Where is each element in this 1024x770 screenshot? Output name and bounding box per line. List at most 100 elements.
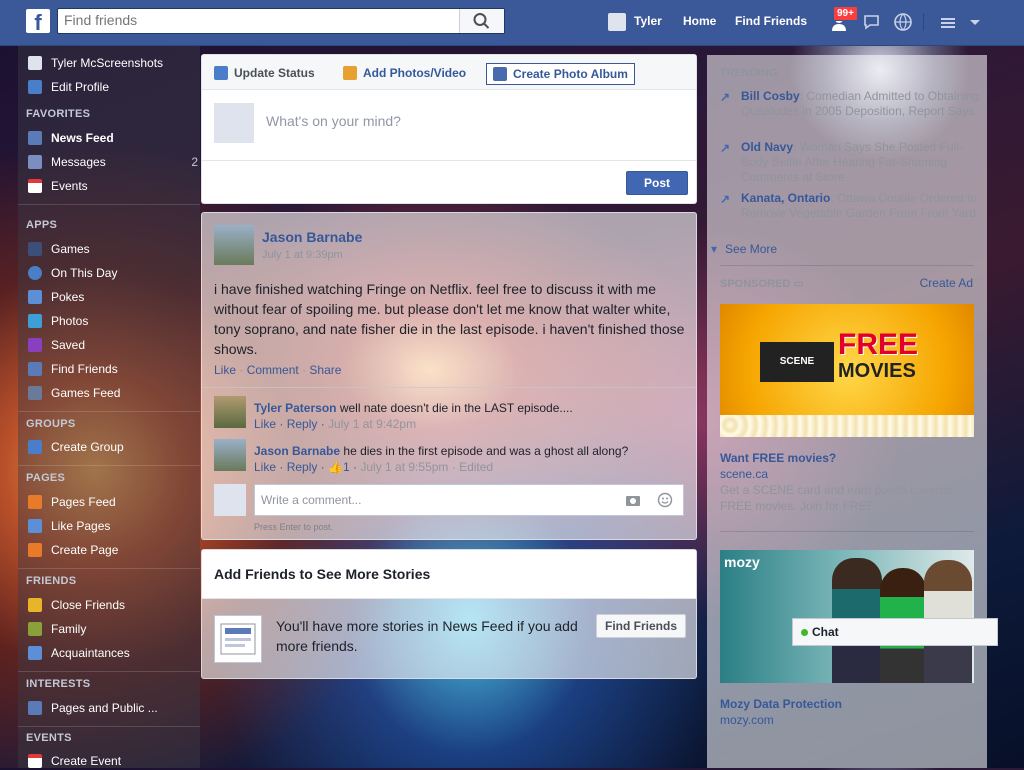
trending-item[interactable]: ↗ Kanata, Ontario: Ottawa Couple Ordered … [720, 191, 980, 221]
post-button[interactable]: Post [626, 171, 688, 195]
facebook-logo[interactable]: f [26, 9, 50, 35]
messages-icon [28, 155, 42, 169]
sidebar-item-on-this-day[interactable]: On This Day [28, 264, 117, 282]
comments-section: Tyler Paterson well nate doesn't die in … [202, 387, 696, 540]
nav-divider [923, 13, 924, 31]
friends-heading: FRIENDS [26, 575, 77, 587]
divider [720, 531, 974, 532]
messages-icon[interactable] [862, 12, 884, 32]
sidebar-item-close-friends[interactable]: Close Friends [28, 596, 125, 614]
sidebar-item-news-feed[interactable]: News Feed [28, 129, 114, 147]
create-ad-link[interactable]: Create Ad [920, 276, 973, 290]
sidebar-item-edit-profile[interactable]: Edit Profile [28, 78, 109, 96]
sidebar-item-create-page[interactable]: Create Page [28, 541, 118, 559]
post-timestamp[interactable]: July 1 at 9:39pm [262, 249, 343, 261]
sidebar-item-photos[interactable]: Photos [28, 312, 88, 330]
tab-update-status[interactable]: Update Status [214, 63, 315, 83]
account-menu-chevron-down-icon[interactable] [968, 12, 990, 32]
comment-placeholder: Write a comment... [261, 493, 362, 507]
chevron-down-icon: ▾ [711, 242, 718, 256]
sidebar-item-find-friends[interactable]: Find Friends [28, 360, 118, 378]
sidebar-item-pages-feed[interactable]: Pages Feed [28, 493, 116, 511]
sidebar-item-messages[interactable]: Messages 2 [28, 153, 198, 171]
composer-footer: Post [202, 160, 696, 203]
comment-timestamp[interactable]: July 1 at 9:55pm · Edited [360, 460, 493, 474]
comment-like-link[interactable]: Like [254, 460, 276, 474]
interests-heading: INTERESTS [26, 678, 91, 690]
search-button[interactable] [459, 9, 504, 33]
author-avatar[interactable] [214, 225, 254, 265]
ad-url[interactable]: scene.ca [720, 467, 768, 481]
sidebar-item-profile[interactable]: Tyler McScreenshots [28, 54, 163, 72]
sidebar-item-pokes[interactable]: Pokes [28, 288, 84, 306]
sponsored-heading: SPONSORED ▭ [720, 278, 804, 290]
ad-description[interactable]: Get a SCENE card and earn points towards… [720, 482, 970, 514]
search-input[interactable] [58, 9, 465, 31]
ad-title[interactable]: Mozy Data Protection [720, 697, 842, 711]
comment-reply-link[interactable]: Reply [287, 460, 318, 474]
search-box[interactable] [57, 8, 505, 34]
ad-image-mozy[interactable]: mozy [720, 550, 974, 683]
share-link[interactable]: Share [309, 363, 341, 377]
tab-create-photo-album[interactable]: Create Photo Album [486, 63, 635, 85]
see-more-link[interactable]: ▾ See More [711, 242, 777, 256]
ad-image-scene[interactable]: SCENE FREE MOVIES [720, 304, 974, 437]
comment-timestamp[interactable]: July 1 at 9:42pm [328, 417, 416, 431]
sidebar-item-create-group[interactable]: Create Group [28, 438, 124, 456]
avatar[interactable] [214, 396, 246, 428]
sidebar-item-games[interactable]: Games [28, 240, 90, 258]
like-link[interactable]: Like [214, 363, 236, 377]
ad-url[interactable]: mozy.com [720, 713, 774, 727]
trending-arrow-icon: ↗ [720, 141, 731, 155]
sidebar-item-acquaintances[interactable]: Acquaintances [28, 644, 130, 662]
sidebar-item-like-pages[interactable]: Like Pages [28, 517, 110, 535]
comment-author[interactable]: Jason Barnabe [254, 444, 340, 458]
comment-like-count[interactable]: 1 [343, 460, 350, 474]
left-sidebar: Tyler McScreenshots Edit Profile FAVORIT… [18, 46, 200, 768]
comment-input[interactable]: Write a comment... [254, 484, 684, 516]
privacy-shortcuts-icon[interactable] [938, 12, 960, 32]
separator [18, 671, 200, 672]
ad-headline-free: FREE [838, 328, 919, 361]
trending-item[interactable]: ↗ Bill Cosby: Comedian Admitted to Obtain… [720, 89, 980, 119]
groups-heading: GROUPS [26, 418, 76, 430]
status-input[interactable]: What's on your mind? [266, 113, 401, 129]
pages-heading: PAGES [26, 472, 66, 484]
comment-link[interactable]: Comment [247, 363, 299, 377]
calendar-icon [28, 179, 42, 193]
comment-like-link[interactable]: Like [254, 417, 276, 431]
sidebar-item-games-feed[interactable]: Games Feed [28, 384, 120, 402]
comment-author[interactable]: Tyler Paterson [254, 401, 336, 415]
sidebar-item-events[interactable]: Events [28, 177, 88, 195]
calendar-icon [28, 754, 42, 768]
comment-text: he dies in the first episode and was a g… [343, 444, 629, 458]
favorites-heading: FAVORITES [26, 108, 91, 120]
find-friends-button[interactable]: Find Friends [596, 614, 686, 638]
composer-tabs: Update Status Add Photos/Video Create Ph… [202, 55, 696, 90]
chat-tab[interactable]: Chat [792, 618, 998, 646]
sidebar-item-pages-and-public[interactable]: Pages and Public ... [28, 699, 158, 717]
tab-add-photos[interactable]: Add Photos/Video [343, 63, 466, 83]
news-feed-icon [214, 615, 262, 663]
house-icon [28, 622, 42, 636]
notification-badge: 99+ [833, 6, 858, 21]
globe-icon[interactable] [893, 12, 915, 32]
trending-item[interactable]: ↗ Old Navy: Woman Says She Posted Full-Bo… [720, 140, 980, 185]
emoji-icon[interactable] [657, 492, 673, 508]
sidebar-item-family[interactable]: Family [28, 620, 86, 638]
avatar[interactable] [214, 439, 246, 471]
camera-icon[interactable] [625, 493, 641, 507]
separator-dot: · [239, 363, 244, 377]
home-link[interactable]: Home [683, 0, 716, 45]
ad-description[interactable]: Questions about Mozy? Contact a Mozy Acc… [720, 728, 970, 760]
pencil-icon [214, 66, 228, 80]
add-friends-card: Add Friends to See More Stories You'll h… [201, 549, 697, 679]
separator [18, 411, 200, 412]
sidebar-item-create-event[interactable]: Create Event [28, 752, 121, 770]
author-name[interactable]: Jason Barnabe [262, 229, 362, 245]
profile-link[interactable]: Tyler [608, 0, 662, 45]
sidebar-item-saved[interactable]: Saved [28, 336, 85, 354]
comment-reply-link[interactable]: Reply [287, 417, 318, 431]
find-friends-link[interactable]: Find Friends [735, 0, 807, 45]
ad-title[interactable]: Want FREE movies? [720, 451, 836, 465]
